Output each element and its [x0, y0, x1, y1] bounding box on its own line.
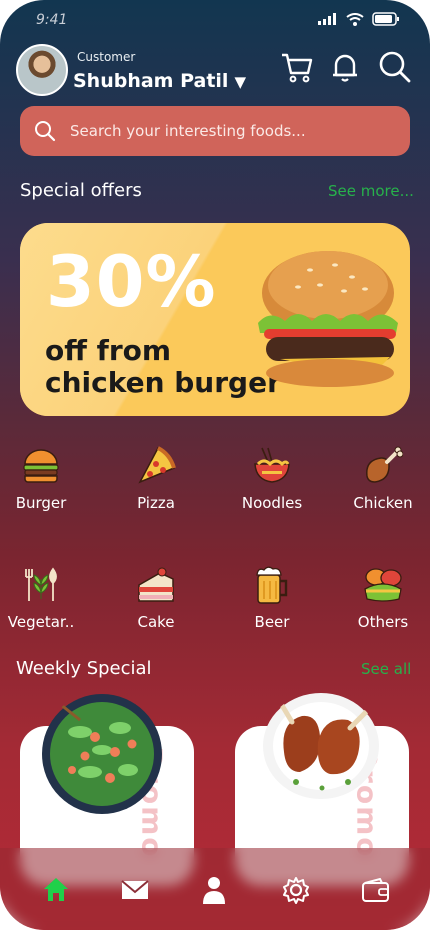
mail-icon[interactable]: [121, 880, 149, 900]
category-label: Cake: [137, 613, 175, 631]
wallet-icon[interactable]: [362, 878, 390, 902]
see-all-link[interactable]: See all: [361, 660, 411, 678]
noodles-icon: [254, 447, 290, 483]
offer-banner[interactable]: 30% off from chicken burger: [20, 223, 410, 416]
wifi-icon: [346, 12, 364, 26]
signal-icon: [318, 13, 336, 25]
bell-icon[interactable]: [328, 50, 362, 84]
bottom-nav: [0, 848, 430, 930]
search-icon[interactable]: [378, 50, 412, 84]
pizza-icon: [138, 446, 176, 484]
category-beer[interactable]: Beer: [227, 565, 317, 631]
category-label: Burger: [15, 494, 67, 512]
vegetarian-icon: [25, 567, 57, 601]
app-screen: 9:41 Customer Shubham Patil ▼ Search you…: [0, 0, 430, 930]
burger-icon: [23, 449, 59, 483]
offer-line-1: off from: [45, 334, 172, 367]
user-role: Customer: [77, 50, 136, 64]
offer-percent: 30%: [46, 241, 217, 323]
profile-icon[interactable]: [202, 876, 226, 904]
avatar[interactable]: [16, 44, 68, 96]
chicken-icon: [366, 446, 403, 483]
burger-image: [258, 251, 398, 387]
status-bar: 9:41: [36, 12, 400, 30]
header: Customer Shubham Patil ▼: [16, 44, 414, 96]
user-name-dropdown[interactable]: Shubham Patil ▼: [73, 70, 246, 92]
category-vegetarian[interactable]: Vegetar..: [0, 565, 86, 631]
weekly-special-title: Weekly Special: [16, 658, 152, 679]
search-field-icon: [35, 121, 56, 142]
cake-icon: [138, 567, 174, 602]
category-label: Noodles: [241, 494, 303, 512]
category-pizza[interactable]: Pizza: [111, 446, 201, 512]
category-label: Beer: [254, 613, 290, 631]
others-icon: [364, 568, 402, 602]
category-burger[interactable]: Burger: [0, 446, 86, 512]
special-offers-title: Special offers: [20, 180, 142, 201]
search-bar[interactable]: Search your interesting foods...: [20, 106, 410, 156]
category-label: Chicken: [353, 494, 413, 512]
settings-icon[interactable]: [282, 876, 310, 904]
roast-chicken-image: [263, 693, 379, 799]
category-noodles[interactable]: Noodles: [227, 446, 317, 512]
see-more-link[interactable]: See more...: [328, 182, 414, 200]
caret-down-icon: ▼: [234, 73, 246, 91]
home-icon[interactable]: [42, 876, 70, 902]
category-label: Pizza: [137, 494, 175, 512]
category-cake[interactable]: Cake: [111, 565, 201, 631]
category-label: Vegetar..: [7, 613, 75, 631]
status-time: 9:41: [36, 12, 68, 28]
search-input[interactable]: Search your interesting foods...: [70, 122, 306, 140]
category-others[interactable]: Others: [338, 565, 428, 631]
battery-icon: [372, 12, 399, 26]
beer-icon: [256, 566, 288, 604]
category-label: Others: [357, 613, 409, 631]
cart-icon[interactable]: [280, 50, 314, 84]
salad-image: [42, 692, 162, 814]
category-chicken[interactable]: Chicken: [338, 446, 428, 512]
